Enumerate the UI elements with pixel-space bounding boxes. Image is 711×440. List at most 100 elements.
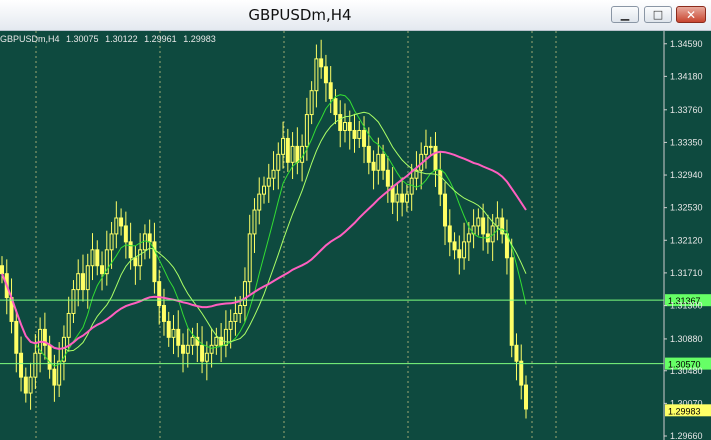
candle-body	[276, 153, 281, 171]
candle-body	[466, 233, 471, 243]
minimize-icon: ▁	[620, 8, 630, 21]
candle-body	[23, 376, 28, 394]
candle-body	[366, 145, 371, 163]
candle-body	[76, 273, 81, 291]
candle-body	[0, 265, 4, 275]
candle-body	[481, 217, 486, 235]
ohlc-info-bar: GBPUSDm,H4 1.30075 1.30122 1.29961 1.299…	[0, 34, 220, 44]
candle-body	[123, 225, 128, 243]
candle-body	[223, 328, 228, 346]
candle-body	[209, 344, 214, 354]
candle-body	[524, 384, 528, 410]
candle-body	[447, 225, 452, 243]
candle-body	[457, 249, 462, 259]
candle-body	[100, 265, 105, 275]
candle-body	[423, 145, 428, 155]
candle-body	[257, 193, 262, 211]
maximize-icon: □	[652, 8, 664, 21]
candle-body	[95, 249, 100, 267]
candle-body	[376, 153, 381, 171]
candle-body	[290, 145, 295, 163]
candle-body	[80, 273, 85, 291]
candle-body	[357, 129, 362, 139]
candle-body	[166, 320, 171, 338]
chart-window: GBPUSDm,H4 ▁ □ ✕ 1.31367 1.30570 1.34590 1.…	[0, 0, 711, 440]
candle-body	[190, 336, 195, 346]
candle-body	[128, 241, 133, 259]
candle-body	[428, 145, 433, 148]
candle-body	[328, 82, 333, 100]
candle-body	[19, 352, 24, 378]
candle-body	[314, 58, 319, 92]
candle-body	[266, 177, 271, 187]
ma-slow-line	[1, 111, 527, 352]
candle-body	[514, 344, 519, 362]
candle-body	[171, 328, 176, 338]
info-high: 1.30122	[105, 34, 138, 44]
ma-fast-line	[1, 94, 527, 367]
candle-body	[133, 257, 138, 267]
candle-body	[271, 169, 276, 179]
candle-body	[247, 233, 252, 283]
candle-body	[52, 368, 57, 386]
y-tick-label: 1.34180	[670, 71, 703, 81]
candle-body	[404, 193, 409, 203]
candle-body	[509, 257, 514, 346]
close-button[interactable]: ✕	[676, 6, 706, 23]
candle-body	[462, 241, 467, 259]
candle-body	[85, 265, 90, 291]
candle-body	[338, 114, 343, 131]
y-tick-label: 1.33760	[670, 105, 703, 115]
y-tick-label: 1.32120	[670, 235, 703, 245]
candle-body	[323, 66, 328, 84]
candle-body	[14, 320, 19, 354]
title-bar[interactable]: GBPUSDm,H4 ▁ □ ✕	[0, 0, 711, 31]
candle-body	[114, 217, 119, 235]
y-tick-label: 1.32940	[670, 170, 703, 180]
candle-body	[119, 217, 124, 227]
candle-body	[352, 129, 357, 139]
candle-body	[214, 336, 219, 346]
candle-body	[285, 137, 290, 163]
candle-body	[185, 344, 190, 354]
candle-body	[519, 360, 524, 386]
candle-body	[362, 129, 367, 147]
candle-body	[371, 161, 376, 171]
candle-body	[281, 137, 286, 155]
y-tick-label: 1.30880	[670, 334, 703, 344]
price-chart[interactable]: 1.313671.305701.345901.341801.337601.333…	[0, 31, 711, 440]
candle-body	[443, 193, 448, 227]
candle-body	[347, 122, 352, 131]
candle-body	[476, 217, 481, 227]
candle-body	[385, 169, 390, 187]
current-price-tag-label: 1.29983	[668, 406, 701, 416]
candle-body	[66, 312, 71, 338]
candle-body	[138, 249, 143, 267]
maximize-button[interactable]: □	[644, 6, 672, 23]
candle-body	[319, 58, 324, 68]
info-open: 1.30075	[66, 34, 99, 44]
y-tick-label: 1.30480	[670, 366, 703, 376]
candle-body	[433, 145, 438, 171]
info-close: 1.29983	[183, 34, 216, 44]
candle-body	[147, 233, 152, 243]
candle-body	[452, 241, 457, 251]
candle-body	[238, 305, 243, 314]
candle-body	[109, 233, 114, 251]
close-icon: ✕	[685, 7, 697, 22]
candle-body	[200, 344, 205, 362]
candle-body	[300, 145, 305, 163]
y-tick-label: 1.32530	[670, 203, 703, 213]
candle-body	[252, 209, 257, 235]
info-low: 1.29961	[144, 34, 177, 44]
y-tick-label: 1.31710	[670, 268, 703, 278]
candle-body	[233, 312, 238, 322]
candle-body	[400, 193, 405, 203]
chart-area[interactable]: 1.31367 1.30570 1.34590 1.34180 1.33760 1.333…	[0, 31, 711, 440]
minimize-button[interactable]: ▁	[611, 6, 639, 23]
candle-body	[28, 376, 33, 394]
candle-body	[90, 249, 95, 267]
window-title: GBPUSDm,H4	[248, 6, 352, 24]
candle-body	[333, 98, 338, 116]
candle-body	[204, 352, 209, 362]
